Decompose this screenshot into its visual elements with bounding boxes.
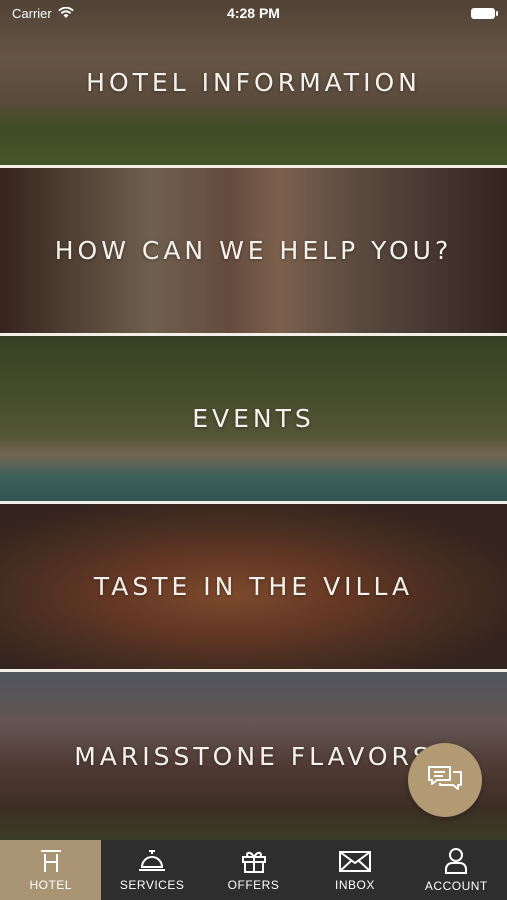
person-icon [445, 848, 468, 874]
tab-label: HOTEL [29, 878, 72, 892]
tile-label: TASTE IN THE VILLA [93, 572, 414, 601]
menu-tiles: HOTEL INFORMATION HOW CAN WE HELP YOU? E… [0, 0, 507, 840]
chat-bubbles-icon [428, 766, 462, 790]
tab-label: OFFERS [227, 878, 280, 892]
wifi-icon [58, 7, 74, 18]
tile-label: HOTEL INFORMATION [86, 68, 421, 97]
bottom-tab-bar: HOTEL SERVICES OFFERS INBOX ACCOUNT [0, 840, 507, 900]
tab-offers[interactable]: OFFERS [203, 840, 304, 900]
tile-label: EVENTS [192, 404, 315, 433]
tile-label: MARISSTONE FLAVORS [74, 741, 433, 771]
carrier-label: Carrier [12, 5, 52, 21]
tab-label: SERVICES [119, 878, 185, 892]
envelope-icon [338, 851, 371, 872]
gift-icon [241, 851, 266, 873]
hotel-h-icon [40, 850, 61, 872]
service-bell-icon [139, 850, 166, 871]
tab-hotel[interactable]: HOTEL [0, 840, 102, 900]
tile-events[interactable]: EVENTS [0, 336, 507, 504]
battery-icon [471, 7, 498, 19]
tab-services[interactable]: SERVICES [101, 840, 202, 900]
chat-button[interactable] [408, 743, 482, 817]
tile-label: HOW CAN WE HELP YOU? [54, 236, 453, 265]
tab-inbox[interactable]: INBOX [304, 840, 405, 900]
tab-label: ACCOUNT [424, 879, 488, 893]
tile-taste-in-the-villa[interactable]: TASTE IN THE VILLA [0, 504, 507, 672]
tile-how-can-we-help[interactable]: HOW CAN WE HELP YOU? [0, 168, 507, 336]
tab-label: INBOX [335, 878, 375, 892]
status-time: 4:28 PM [227, 5, 280, 21]
status-bar: Carrier 4:28 PM [0, 0, 507, 26]
tab-account[interactable]: ACCOUNT [406, 840, 507, 900]
